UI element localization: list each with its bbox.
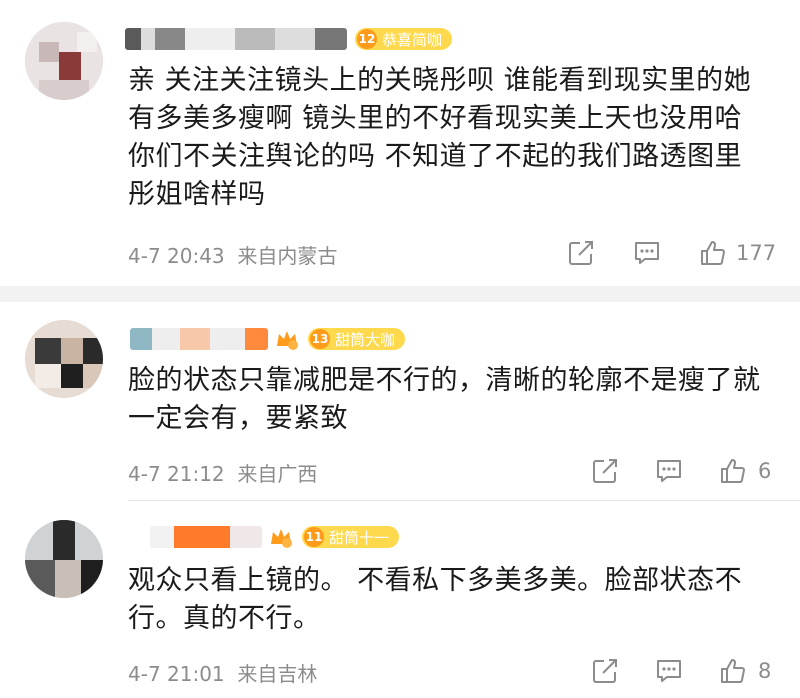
username-row: 12 恭喜简咖 [125, 24, 453, 54]
username-blurred[interactable] [150, 526, 262, 548]
like-icon [721, 659, 745, 683]
comment-meta: 4-7 21:01 来自吉林 [128, 658, 317, 687]
comment-icon[interactable] [654, 656, 684, 686]
like-button[interactable]: 6 [718, 456, 771, 486]
crown-icon [268, 524, 294, 550]
share-icon[interactable] [590, 656, 620, 686]
badge-level: 12 [357, 29, 377, 49]
comment-time: 4-7 20:43 [128, 244, 225, 268]
comment-time: 4-7 21:01 [128, 662, 225, 686]
fan-badge: 12 恭喜简咖 [355, 28, 453, 50]
comment-text: 脸的状态只靠减肥是不行的，清晰的轮廓不是瘦了就一定会有，要紧致 [128, 365, 761, 434]
comment-text: 观众只看上镜的。 不看私下多美多美。脸部状态不行。真的不行。 [128, 565, 743, 634]
username-row: 13 甜筒大咖 [130, 324, 406, 354]
like-icon [721, 459, 745, 483]
like-button[interactable]: 8 [718, 656, 771, 686]
comment-actions: 6 [590, 453, 771, 489]
share-icon[interactable] [566, 238, 596, 268]
like-icon [701, 241, 725, 265]
comment-location: 来自内蒙古 [237, 244, 338, 268]
crown-icon [274, 326, 300, 352]
comment-meta: 4-7 20:43 来自内蒙古 [128, 240, 337, 269]
like-button[interactable]: 177 [698, 238, 776, 268]
comment-icon[interactable] [654, 456, 684, 486]
like-count: 177 [736, 241, 777, 265]
divider [128, 500, 800, 501]
fan-badge: 11 甜筒十一 [302, 526, 400, 548]
badge-text: 甜筒十一 [329, 528, 390, 547]
badge-level: 11 [304, 527, 324, 547]
section-divider [0, 286, 800, 302]
share-icon[interactable] [590, 456, 620, 486]
comment-location: 来自吉林 [237, 662, 318, 686]
username-blurred[interactable] [130, 328, 268, 350]
avatar[interactable] [25, 520, 103, 598]
comment-actions: 177 [566, 235, 776, 271]
avatar[interactable] [25, 320, 103, 398]
badge-level: 13 [310, 329, 330, 349]
comment-text: 亲 关注关注镜头上的关晓彤呗 谁能看到现实里的她有多美多瘦啊 镜头里的不好看现实… [128, 65, 752, 210]
badge-text: 甜筒大咖 [335, 330, 396, 349]
like-count: 8 [758, 659, 772, 683]
username-row: 11 甜筒十一 [150, 522, 400, 552]
comment-actions: 8 [590, 653, 771, 689]
comment-meta: 4-7 21:12 来自广西 [128, 458, 317, 487]
comment-time: 4-7 21:12 [128, 462, 225, 486]
like-count: 6 [758, 459, 772, 483]
avatar[interactable] [25, 22, 103, 100]
badge-text: 恭喜简咖 [382, 30, 443, 49]
comment-icon[interactable] [632, 238, 662, 268]
fan-badge: 13 甜筒大咖 [308, 328, 406, 350]
username-blurred[interactable] [125, 28, 347, 50]
comment-location: 来自广西 [237, 462, 318, 486]
